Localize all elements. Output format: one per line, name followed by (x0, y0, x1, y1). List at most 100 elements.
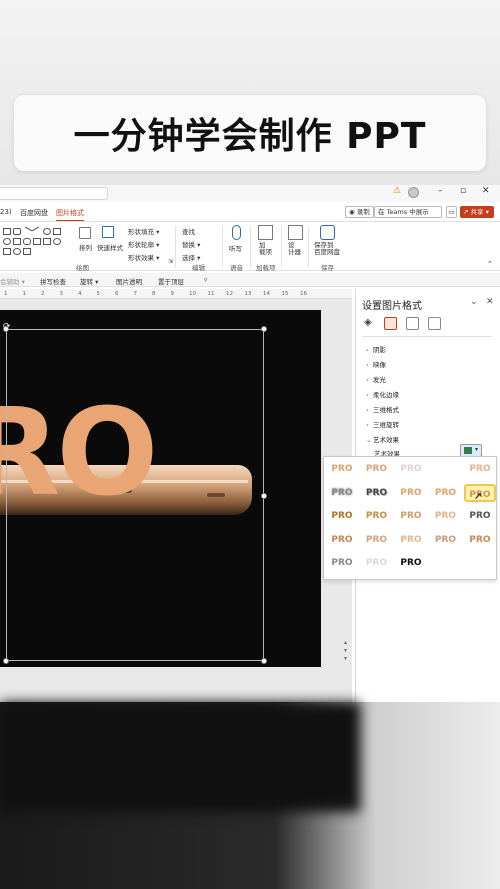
square-shape-icon[interactable] (13, 238, 21, 245)
spell-check-button[interactable]: 拼写检查 (40, 276, 66, 286)
tab-partial[interactable]: 23) (0, 208, 12, 216)
save-to-baidu-button[interactable]: 保存到 百度网盘 (314, 242, 340, 256)
addins-icon[interactable] (258, 225, 273, 240)
callout-shape-icon[interactable] (23, 238, 31, 245)
collapse-ribbon-icon[interactable]: ⌃ (487, 260, 493, 268)
art-effect-option[interactable] (430, 554, 462, 572)
rounded-rect-shape-icon[interactable] (13, 228, 21, 235)
circle-shape-icon[interactable] (3, 238, 11, 245)
art-effect-option[interactable]: PRO (361, 460, 393, 478)
restore-button[interactable]: ▫ (460, 186, 466, 196)
replace-button[interactable]: 替换 ▾ (182, 239, 200, 249)
art-effect-option[interactable]: PRO (395, 484, 427, 502)
share-button[interactable]: ↗ 共享 ▾ (460, 206, 494, 218)
addins-button[interactable]: 加 载项 (259, 242, 272, 256)
art-effect-option[interactable] (464, 554, 496, 572)
tab-picture-format[interactable]: 图片格式 (56, 208, 84, 221)
quick-styles-icon[interactable] (102, 226, 114, 238)
art-effect-option[interactable]: PRO (361, 531, 393, 549)
arrange-button[interactable]: 排列 (79, 242, 92, 252)
shapes-gallery[interactable] (1, 226, 71, 256)
shape-fill-button[interactable]: 形状填充 ▾ (128, 226, 159, 236)
art-effect-option[interactable]: PRO (430, 484, 462, 502)
record-button[interactable]: ◉ 录制 (345, 206, 374, 218)
art-effect-option[interactable]: PRO (326, 484, 358, 502)
picture-tab-icon[interactable] (428, 317, 441, 330)
art-effect-option[interactable]: PRO (430, 531, 462, 549)
pane-section[interactable]: › 阴影 (366, 344, 386, 354)
oval-shape-icon[interactable] (43, 228, 51, 235)
comment-icon[interactable]: ▭ (446, 206, 457, 218)
search-box[interactable] (0, 187, 108, 200)
art-effect-option[interactable]: PRO (326, 554, 358, 572)
present-in-teams-button[interactable]: 在 Teams 中展示 (374, 206, 442, 218)
art-effect-option[interactable]: PRO (326, 507, 358, 525)
art-effect-option[interactable]: PRO (361, 484, 393, 502)
bring-to-front-button[interactable]: 置于顶层 (158, 276, 184, 286)
picture-selection-box[interactable] (6, 329, 264, 661)
art-effect-option[interactable]: PRO (464, 531, 496, 549)
art-effect-option[interactable]: PRO (430, 507, 462, 525)
pane-options-icon[interactable]: ⌄ (470, 297, 478, 307)
size-properties-tab-icon[interactable] (406, 317, 419, 330)
quick-styles-button[interactable]: 快速样式 (97, 242, 123, 252)
art-effect-option[interactable]: PRO (464, 507, 496, 525)
shape-outline-button[interactable]: 形状轮廓 ▾ (128, 239, 159, 249)
microphone-icon[interactable] (232, 225, 241, 240)
select-button[interactable]: 选择 ▾ (182, 252, 200, 262)
art-effect-option[interactable]: PRO (464, 460, 496, 478)
close-button[interactable]: ✕ (482, 186, 490, 196)
triangle-shape-icon[interactable] (33, 238, 41, 245)
find-button[interactable]: 查找 (182, 226, 195, 236)
resize-handle[interactable] (261, 326, 267, 332)
smiley-shape-icon[interactable] (13, 248, 21, 255)
art-effect-option[interactable]: PRO (361, 507, 393, 525)
art-effect-option[interactable]: PRO (395, 531, 427, 549)
dictate-button[interactable]: 听写 (229, 243, 242, 253)
designer-button[interactable]: 设 计器 (288, 242, 301, 256)
resize-handle[interactable] (3, 658, 9, 664)
rotate-handle-icon[interactable]: ⟳ (3, 322, 11, 332)
pane-section[interactable]: › 发光 (366, 374, 386, 384)
tab-baidu-netdisk[interactable]: 百度网盘 (20, 208, 48, 218)
pane-section[interactable]: › 映像 (366, 359, 386, 369)
qat-item-accessibility[interactable]: 会辅助 ▾ (0, 276, 25, 286)
avatar[interactable] (408, 187, 419, 198)
art-effect-option[interactable]: PRO (326, 460, 358, 478)
drawing-launcher-icon[interactable]: ⇲ (168, 258, 173, 265)
art-effect-option[interactable]: PRO (326, 531, 358, 549)
warning-icon[interactable]: ⚠ (393, 186, 401, 196)
textbox-shape-icon[interactable] (53, 228, 61, 235)
baidu-cloud-icon[interactable] (320, 225, 335, 240)
minimize-button[interactable]: – (438, 186, 443, 196)
art-effect-option[interactable]: PRO (395, 554, 427, 572)
art-effect-option[interactable] (430, 460, 462, 478)
pane-section[interactable]: › 柔化边缘 (366, 389, 399, 399)
customize-qat-icon[interactable]: ▿ (204, 276, 207, 284)
more-shapes-icon[interactable] (23, 248, 31, 255)
rectangle-shape-icon[interactable] (3, 228, 11, 235)
star-shape-icon[interactable] (53, 238, 61, 245)
picture-transparency-button[interactable]: 图片透明 (116, 276, 142, 286)
pane-section[interactable]: › 三维格式 (366, 404, 399, 414)
brace-left-shape-icon[interactable] (3, 248, 11, 255)
art-effect-option[interactable]: PRO (395, 507, 427, 525)
pane-close-icon[interactable]: ✕ (486, 297, 494, 307)
effects-tab-icon[interactable] (384, 317, 397, 330)
arrange-icon[interactable] (79, 227, 91, 239)
art-effect-option[interactable]: PRO (395, 460, 427, 478)
fill-line-tab-icon[interactable]: ◈ (364, 317, 377, 330)
scroll-arrows-icon[interactable]: ▴ ▾ ▾ (344, 639, 347, 663)
arrow-shape-icon[interactable] (31, 226, 43, 237)
rotate-button[interactable]: 旋转 ▾ (80, 276, 98, 286)
shape-effects-button[interactable]: 形状效果 ▾ (128, 252, 159, 262)
designer-icon[interactable] (288, 225, 303, 240)
line-shape-icon[interactable] (21, 226, 33, 237)
slide[interactable]: RO ⟳ (0, 310, 321, 667)
resize-handle[interactable] (261, 658, 267, 664)
brace-shape-icon[interactable] (43, 238, 51, 245)
art-effect-option[interactable]: PRO (361, 554, 393, 572)
resize-handle[interactable] (261, 493, 267, 499)
pane-section[interactable]: ⌄ 艺术效果 (366, 434, 399, 444)
pane-section[interactable]: › 三维旋转 (366, 419, 399, 429)
